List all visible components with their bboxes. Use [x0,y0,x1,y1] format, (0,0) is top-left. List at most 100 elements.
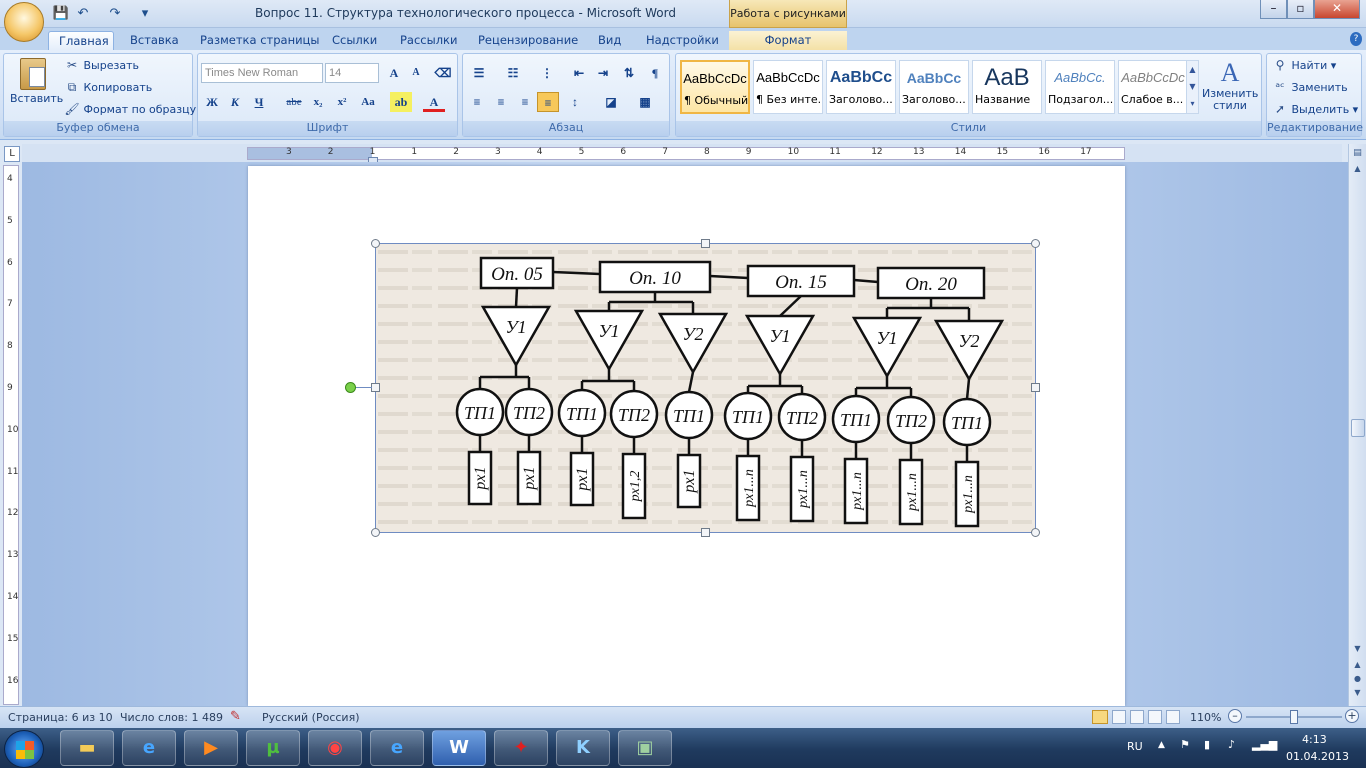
italic-button[interactable]: К [224,92,246,112]
tab-references[interactable]: Ссылки [322,31,387,51]
network-icon[interactable]: ▂▄▆ [1252,738,1277,751]
align-right-icon[interactable]: ≡ [514,92,536,112]
scroll-up-icon[interactable]: ▲ [1351,164,1364,173]
tab-mailings[interactable]: Рассылки [390,31,467,51]
style-heading-1[interactable]: AaBbCc Заголово... [826,60,896,114]
utorrent-taskbar-icon[interactable]: µ [246,730,300,766]
resize-handle-n[interactable] [701,239,710,248]
resize-handle-w[interactable] [371,383,380,392]
minimize-button[interactable]: – [1260,0,1287,19]
explorer-taskbar-icon[interactable]: ▬ [60,730,114,766]
ruler-toggle-icon[interactable]: ▤ [1351,148,1364,160]
ie-taskbar-icon[interactable]: e [370,730,424,766]
language-indicator[interactable]: Русский (Россия) [262,711,360,724]
acrobat-taskbar-icon[interactable]: ✦ [494,730,548,766]
increase-indent-icon[interactable]: ⇥ [592,63,614,83]
chrome-taskbar-icon[interactable]: ◉ [308,730,362,766]
clear-format-icon[interactable]: ⌫ [432,63,454,83]
replace-button[interactable]: ᵃᶜ Заменить [1272,79,1347,95]
select-button[interactable]: ➚ Выделить ▾ [1272,101,1358,117]
resize-handle-e[interactable] [1031,383,1040,392]
k-app-taskbar-icon[interactable]: K [556,730,610,766]
copy-button[interactable]: ⧉ Копировать [64,79,153,95]
style-title[interactable]: AaB Название [972,60,1042,114]
web-layout-icon[interactable] [1130,710,1144,724]
multilevel-list-icon[interactable]: ⋮ [536,63,558,83]
scroll-down-icon[interactable]: ▼ [1351,644,1364,653]
proofing-icon[interactable]: ✎ [230,709,241,724]
bold-button[interactable]: Ж [201,92,223,112]
style-subtle-emphasis[interactable]: AaBbCcDc Слабое в... [1118,60,1188,114]
style-no-spacing[interactable]: AaBbCcDc ¶ Без инте... [753,60,823,114]
tab-format[interactable]: Формат [729,31,847,51]
prev-page-icon[interactable]: ▲ [1351,660,1364,669]
next-page-icon[interactable]: ▼ [1351,688,1364,697]
maximize-button[interactable]: ▫ [1287,0,1314,19]
battery-icon[interactable]: ▮ [1204,738,1210,751]
numbering-icon[interactable]: ☷ [502,63,524,83]
grow-font-button[interactable]: A [383,63,405,83]
office-button[interactable] [4,2,44,42]
decrease-indent-icon[interactable]: ⇤ [568,63,590,83]
input-language[interactable]: RU [1127,740,1143,753]
underline-button[interactable]: Ч [248,92,270,112]
tab-view[interactable]: Вид [588,31,631,51]
draft-icon[interactable] [1166,710,1180,724]
change-case-button[interactable]: Aa [357,92,379,112]
tab-addins[interactable]: Надстройки [636,31,729,51]
rotate-handle[interactable] [345,382,356,393]
selected-picture[interactable]: Оп. 05 Оп. 10 Оп. 15 Оп. 20 У1 У1 У2 У1 У1 У2 ТП1 Т… [375,243,1036,533]
align-center-icon[interactable]: ≡ [490,92,512,112]
style-heading-2[interactable]: AaBbCc Заголово... [899,60,969,114]
tab-review[interactable]: Рецензирование [468,31,588,51]
page-indicator[interactable]: Страница: 6 из 10 [8,711,113,724]
horizontal-ruler[interactable]: 3 2 1 1 2 3 4 5 6 7 8 9 10 11 12 13 14 15 16 17 [247,147,1125,160]
zoom-slider-thumb[interactable] [1290,710,1298,724]
zoom-in-icon[interactable]: + [1345,709,1359,723]
justify-icon[interactable]: ≡ [537,92,559,112]
bullets-icon[interactable]: ☰ [468,63,490,83]
redo-icon[interactable]: ↷ [106,5,124,23]
print-layout-icon[interactable] [1092,710,1108,724]
zoom-level[interactable]: 110% [1190,711,1221,724]
clock-time[interactable]: 4:13 [1302,733,1327,746]
ie-taskbar-icon[interactable]: e [122,730,176,766]
volume-icon[interactable]: ♪ [1228,738,1235,751]
close-button[interactable]: ✕ [1314,0,1360,19]
highlight-icon[interactable]: ab [390,92,412,112]
action-center-icon[interactable]: ⚑ [1180,738,1190,751]
save-icon[interactable]: 💾 [52,5,70,23]
word-taskbar-icon[interactable]: W [432,730,486,766]
start-button[interactable] [4,730,44,768]
undo-icon[interactable]: ↶ [74,5,92,23]
show-hidden-icons-icon[interactable]: ▲ [1158,740,1165,750]
font-size-combo[interactable]: 14 [325,63,379,83]
styles-scroll[interactable]: ▲ ▼ ▾ [1186,60,1199,114]
tab-selector[interactable]: L [4,146,20,162]
clock-date[interactable]: 01.04.2013 [1286,750,1349,763]
style-subtitle[interactable]: AaBbCc. Подзагол... [1045,60,1115,114]
change-styles-button[interactable]: A Изменить стили [1202,58,1258,120]
browse-object-icon[interactable]: ● [1351,674,1364,683]
tab-page-layout[interactable]: Разметка страницы [190,31,329,51]
outline-icon[interactable] [1148,710,1162,724]
format-painter-button[interactable]: 🖌 Формат по образцу [64,101,196,117]
resize-handle-ne[interactable] [1031,239,1040,248]
image-viewer-taskbar-icon[interactable]: ▣ [618,730,672,766]
full-screen-reading-icon[interactable] [1112,710,1126,724]
shading-icon[interactable]: ◪ [600,92,622,112]
tab-insert[interactable]: Вставка [120,31,189,51]
scroll-thumb[interactable] [1351,419,1365,437]
resize-handle-s[interactable] [701,528,710,537]
resize-handle-nw[interactable] [371,239,380,248]
customize-icon[interactable]: ▾ [136,5,154,23]
cut-button[interactable]: ✂ Вырезать [64,57,139,73]
media-player-taskbar-icon[interactable]: ▶ [184,730,238,766]
shrink-font-button[interactable]: A [405,63,427,83]
superscript-button[interactable]: x² [331,92,353,112]
tab-home[interactable]: Главная [48,31,114,51]
resize-handle-sw[interactable] [371,528,380,537]
vertical-ruler[interactable]: 4 5 6 7 8 9 10 11 12 13 14 15 16 [3,165,19,705]
paste-button[interactable]: Вставить [10,56,63,120]
resize-handle-se[interactable] [1031,528,1040,537]
